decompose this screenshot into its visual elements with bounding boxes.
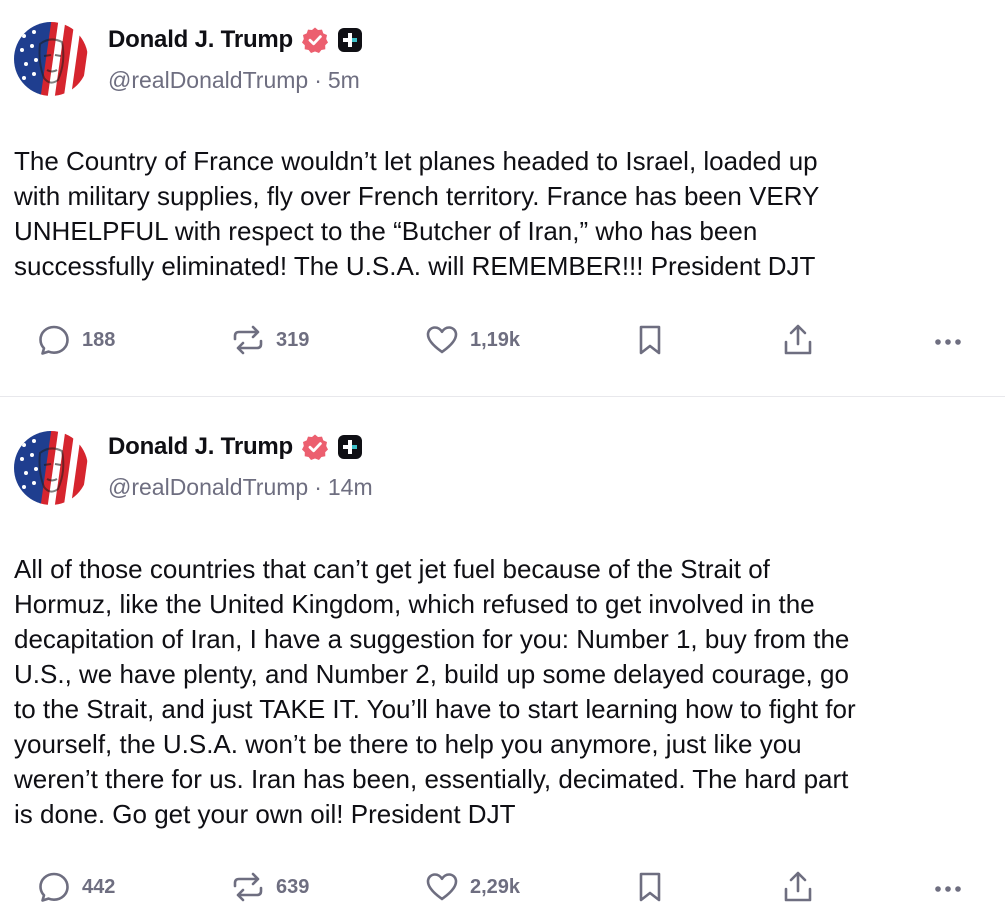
like-count: 2,29k [470,875,521,898]
author-display-name[interactable]: Donald J. Trump [108,26,293,54]
like-button[interactable]: 2,29k [424,865,520,909]
avatar-image [14,431,88,505]
verified-badge-icon [302,434,329,460]
avatar-image [14,22,88,96]
reply-button[interactable]: 442 [36,865,115,909]
post-text: The Country of France wouldn’t let plane… [14,146,820,281]
share-button[interactable] [780,865,816,909]
more-dots-icon [935,886,961,892]
more-options-button[interactable] [930,865,966,909]
more-options-button[interactable] [930,318,966,362]
author-meta: @realDonaldTrump · 5m [108,67,360,94]
post-card[interactable]: Donald J. Trump @realDonaldTrump · 5m The … [0,0,1005,396]
reply-count: 188 [82,328,116,351]
meta-separator: · [314,67,322,93]
post-card[interactable]: Donald J. Trump @realDonaldTrump · 14m All… [0,397,1005,924]
bookmark-icon [639,325,661,355]
share-icon [784,871,812,902]
post-actions: 188 319 1,19k [0,318,1005,362]
post-text: All of those countries that can’t get je… [14,554,856,829]
bookmark-button[interactable] [632,318,668,362]
avatar[interactable] [14,22,88,96]
author-handle[interactable]: @realDonaldTrump [108,474,308,500]
post-timestamp[interactable]: 5m [328,67,360,93]
bookmark-icon [639,872,661,902]
plus-badge-icon [338,28,363,52]
repost-button[interactable]: 319 [230,318,309,362]
repost-count: 319 [276,328,310,351]
avatar[interactable] [14,431,88,505]
repost-button[interactable]: 639 [230,865,309,909]
heart-icon [426,873,458,901]
post-actions: 442 639 2,29k [0,865,1005,909]
author-name-row: Donald J. Trump [108,23,363,57]
reply-icon [39,325,69,355]
share-icon [784,324,812,355]
repost-count: 639 [276,875,310,898]
heart-icon [426,326,458,354]
bookmark-button[interactable] [632,865,668,909]
author-handle[interactable]: @realDonaldTrump [108,67,308,93]
reply-icon [39,872,69,902]
author-name-row: Donald J. Trump [108,430,363,464]
verified-badge-icon [302,27,329,53]
plus-badge-icon [338,435,363,459]
reply-button[interactable]: 188 [36,318,115,362]
reply-count: 442 [82,875,116,898]
like-button[interactable]: 1,19k [424,318,520,362]
repost-icon [233,872,263,902]
post-timestamp[interactable]: 14m [328,474,373,500]
author-display-name[interactable]: Donald J. Trump [108,433,293,461]
more-dots-icon [935,339,961,345]
author-meta: @realDonaldTrump · 14m [108,474,373,501]
repost-icon [233,325,263,355]
share-button[interactable] [780,318,816,362]
meta-separator: · [314,474,322,500]
like-count: 1,19k [470,328,521,351]
